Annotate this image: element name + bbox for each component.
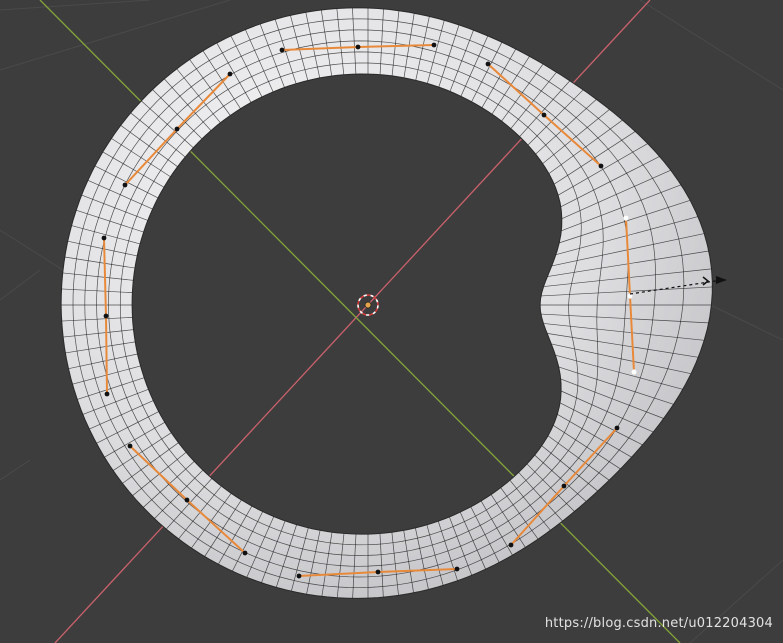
torus-surface — [60, 7, 713, 599]
vertex-icon — [508, 542, 514, 548]
vertex-icon — [614, 425, 620, 431]
watermark-text: https://blog.csdn.net/u012204304 — [544, 616, 773, 631]
vertex-icon — [104, 391, 110, 397]
vertex-icon — [375, 569, 381, 575]
3d-viewport[interactable] — [0, 0, 783, 643]
vertex-icon — [242, 550, 248, 556]
vertex-icon — [122, 182, 128, 188]
vertex-icon — [227, 71, 233, 77]
vertex-icon — [598, 163, 604, 169]
vertex-icon — [485, 61, 491, 67]
active-vertex-icon — [631, 369, 637, 375]
vertex-icon — [279, 47, 285, 53]
vertex-icon — [454, 566, 460, 572]
vertex-icon — [561, 483, 567, 489]
vertex-icon — [184, 497, 190, 503]
vertex-icon — [101, 235, 107, 241]
vertex-icon — [431, 42, 437, 48]
vertex-icon — [174, 126, 180, 132]
active-vertex-icon — [623, 215, 629, 221]
torus-mesh[interactable] — [60, 7, 713, 599]
vertex-icon — [296, 573, 302, 579]
3d-cursor-icon[interactable] — [357, 294, 379, 316]
origin-icon — [364, 301, 372, 309]
vertex-icon — [103, 313, 109, 319]
vertex-icon — [127, 443, 133, 449]
vertex-icon — [541, 112, 547, 118]
vertex-icon — [355, 44, 361, 50]
